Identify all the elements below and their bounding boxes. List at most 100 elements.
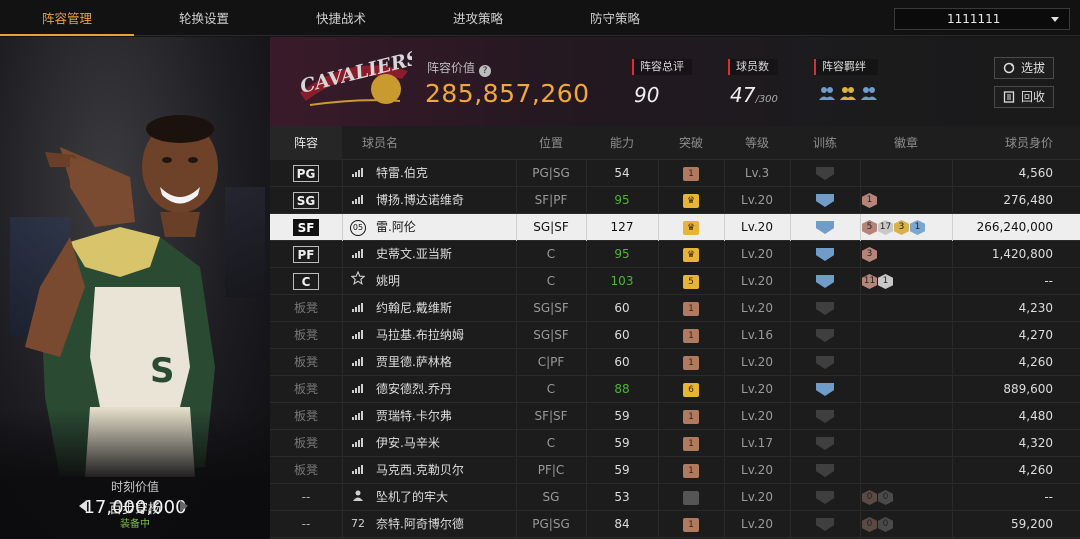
breakthrough-badge: ♛ — [683, 247, 699, 262]
player-name[interactable]: 德安德烈.乔丹 — [376, 376, 526, 403]
player-value: -- — [1044, 490, 1053, 504]
table-row[interactable]: 板凳 贾里德.萨林格 C|PF 60 1 Lv.20 4,260 — [270, 349, 1080, 376]
breakthrough-cell: ♛ — [658, 241, 724, 268]
table-row[interactable]: 板凳 马克西.克勒贝尔 PF|C 59 1 Lv.20 4,260 — [270, 457, 1080, 484]
table-row[interactable]: PG 特雷.伯克 PG|SG 54 1 Lv.3 4,560 — [270, 160, 1080, 187]
recycle-icon — [1003, 91, 1015, 103]
breakthrough-cell: 1 — [658, 349, 724, 376]
training-shield-icon[interactable] — [816, 248, 834, 261]
training-shield-icon[interactable] — [816, 329, 834, 342]
player-name[interactable]: 约翰尼.戴维斯 — [376, 295, 526, 322]
table-row[interactable]: 板凳 伊安.马辛米 C 59 1 Lv.17 4,320 — [270, 430, 1080, 457]
badge-hex-icon[interactable]: 3 — [862, 247, 877, 262]
col-ability[interactable]: 能力 — [586, 126, 658, 160]
training-shield-icon[interactable] — [816, 356, 834, 369]
table-row[interactable]: 板凳 约翰尼.戴维斯 SG|SF 60 1 Lv.20 4,230 — [270, 295, 1080, 322]
col-breakthrough[interactable]: 突破 — [658, 126, 724, 160]
training-shield-icon[interactable] — [816, 383, 834, 396]
tab-quick-tactics[interactable]: 快捷战术 — [274, 0, 408, 36]
col-level[interactable]: 等级 — [724, 126, 790, 160]
bench-label: 板凳 — [293, 409, 318, 423]
badges-cell — [860, 376, 952, 403]
team-bond-icon-blue[interactable] — [818, 85, 836, 101]
player-name[interactable]: 奈特.阿奇博尔德 — [376, 511, 526, 538]
col-badges[interactable]: 徽章 — [860, 126, 952, 160]
lineup-slot: 板凳 — [270, 403, 342, 430]
team-selector-dropdown[interactable]: 1111111 — [894, 8, 1070, 30]
help-icon[interactable]: ? — [479, 65, 492, 77]
table-row[interactable]: -- 72 奈特.阿奇博尔德 PG|SG 84 1 Lv.20 0 0 59,200 — [270, 511, 1080, 538]
badge-hex-icon[interactable]: 1 — [910, 220, 925, 235]
lineup-slot: -- — [270, 511, 342, 538]
player-name[interactable]: 坠机了的牢大 — [376, 484, 526, 511]
training-shield-icon[interactable] — [816, 167, 834, 180]
training-shield-icon[interactable] — [816, 437, 834, 450]
player-name[interactable]: 贾瑞特.卡尔弗 — [376, 403, 526, 430]
table-row[interactable]: 板凳 贾瑞特.卡尔弗 SF|SF 59 1 Lv.20 4,480 — [270, 403, 1080, 430]
recycle-button[interactable]: 回收 — [994, 86, 1054, 108]
player-name[interactable]: 贾里德.萨林格 — [376, 349, 526, 376]
badge-hex-icon[interactable]: 11 — [862, 274, 877, 289]
training-shield-icon[interactable] — [816, 410, 834, 423]
badge-hex-icon[interactable]: 1 — [862, 193, 877, 208]
player-ability: 53 — [614, 490, 630, 504]
badge-hex-icon[interactable]: 1 — [878, 274, 893, 289]
badge-hex-icon[interactable]: 0 — [878, 517, 893, 532]
chevron-down-icon — [1051, 17, 1059, 22]
badge-hex-icon[interactable]: 17 — [878, 220, 893, 235]
table-row[interactable]: PF 史蒂文.亚当斯 C 95 ♛ Lv.20 3 1,420,800 — [270, 241, 1080, 268]
player-name[interactable]: 博扬.博达诺维奇 — [376, 187, 526, 214]
badge-hex-icon[interactable]: 0 — [878, 490, 893, 505]
tab-rotation-settings[interactable]: 轮换设置 — [137, 0, 271, 36]
team-bond-icon-gold[interactable] — [839, 85, 857, 101]
training-shield-icon[interactable] — [816, 518, 834, 531]
column-divider — [342, 295, 343, 322]
select-button[interactable]: 选拔 — [994, 57, 1054, 79]
col-position[interactable]: 位置 — [516, 126, 586, 160]
col-training[interactable]: 训练 — [790, 126, 860, 160]
training-shield-icon[interactable] — [816, 302, 834, 315]
player-name[interactable]: 伊安.马辛米 — [376, 430, 526, 457]
badges-cell — [860, 457, 952, 484]
col-player-value[interactable]: 球员身价 — [952, 126, 1053, 160]
bench-label: 板凳 — [293, 382, 318, 396]
player-name[interactable]: 马克西.克勒贝尔 — [376, 457, 526, 484]
table-row[interactable]: SF 05 雷.阿伦 SG|SF 127 ♛ Lv.20 5 17 3 1 266,240,000 — [270, 214, 1080, 241]
table-row[interactable]: 板凳 马拉基.布拉纳姆 SG|SF 60 1 Lv.16 4,270 — [270, 322, 1080, 349]
player-name[interactable]: 特雷.伯克 — [376, 160, 526, 187]
training-shield-icon[interactable] — [816, 221, 834, 234]
training-shield-icon[interactable] — [816, 275, 834, 288]
player-position: SG|SF — [533, 328, 569, 342]
table-row[interactable]: C 姚明 C 103 5 Lv.20 11 1 -- — [270, 268, 1080, 295]
table-row[interactable]: 板凳 德安德烈.乔丹 C 88 6 Lv.20 889,600 — [270, 376, 1080, 403]
player-name[interactable]: 马拉基.布拉纳姆 — [376, 322, 526, 349]
table-row[interactable]: -- 坠机了的牢大 SG 53 Lv.20 0 0 -- — [270, 484, 1080, 511]
badge-hex-icon[interactable]: 3 — [894, 220, 909, 235]
breakthrough-badge: 1 — [683, 355, 699, 370]
stat-team-bond: 阵容羁绊 — [814, 59, 878, 101]
column-divider — [342, 376, 343, 403]
table-row[interactable]: SG 博扬.博达诺维奇 SF|PF 95 ♛ Lv.20 1 276,480 — [270, 187, 1080, 214]
col-player-name[interactable]: 球员名 — [350, 126, 410, 160]
lineup-slot: PF — [270, 241, 342, 268]
training-shield-icon[interactable] — [816, 491, 834, 504]
badge-hex-icon[interactable]: 0 — [862, 517, 877, 532]
player-name[interactable]: 姚明 — [376, 268, 526, 295]
player-name[interactable]: 雷.阿伦 — [376, 214, 526, 241]
player-name[interactable]: 史蒂文.亚当斯 — [376, 241, 526, 268]
bench-label: -- — [301, 490, 311, 504]
badge-hex-icon[interactable]: 0 — [862, 490, 877, 505]
training-shield-icon[interactable] — [816, 194, 834, 207]
col-lineup[interactable]: 阵容 — [270, 126, 342, 160]
jersey-number: 72 — [351, 516, 365, 530]
tab-lineup-management[interactable]: 阵容管理 — [0, 0, 134, 36]
training-shield-icon[interactable] — [816, 464, 834, 477]
team-bond-icon-blue[interactable] — [860, 85, 878, 101]
refresh-icon — [1003, 62, 1015, 74]
position-slot-badge: C — [293, 273, 319, 290]
tab-offense-strategy[interactable]: 进攻策略 — [411, 0, 545, 36]
tab-defense-strategy[interactable]: 防守策略 — [548, 0, 682, 36]
badges-cell — [860, 430, 952, 457]
badge-hex-icon[interactable]: 5 — [862, 220, 877, 235]
player-ability: 59 — [614, 409, 630, 423]
